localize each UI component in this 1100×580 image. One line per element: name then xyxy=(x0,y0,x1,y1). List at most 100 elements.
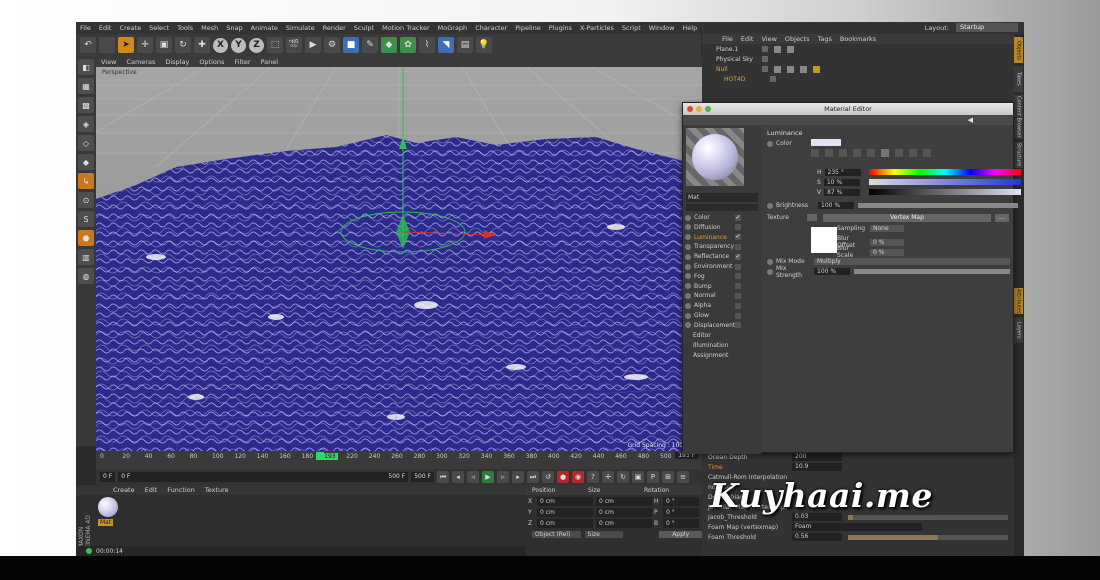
render-picture-viewer-icon[interactable]: ▶ xyxy=(305,37,321,53)
channel-item-bump[interactable]: Bump xyxy=(685,282,741,291)
perspective-viewport[interactable]: Perspective Grid Spacing : 1000 cm xyxy=(96,67,702,451)
next-key-icon[interactable]: ▸ xyxy=(512,471,524,483)
channel-checkbox[interactable]: ✓ xyxy=(735,214,741,221)
channel-checkbox[interactable] xyxy=(735,312,741,319)
menu-create[interactable]: Create xyxy=(115,24,145,32)
texture-preview[interactable] xyxy=(811,227,837,253)
material-thumbnail[interactable] xyxy=(98,497,118,517)
channel-checkbox[interactable] xyxy=(735,263,741,270)
anim-dot-icon[interactable] xyxy=(767,268,773,275)
preview-range-slider[interactable]: 0 F 500 F xyxy=(118,472,409,482)
position-z-field[interactable]: 0 cm xyxy=(537,518,593,528)
axis-mode-icon[interactable]: ↳ xyxy=(78,173,94,189)
keyframe-selection-icon[interactable]: ? xyxy=(587,471,599,483)
channel-radio-icon[interactable] xyxy=(685,273,691,280)
mix-strength-slider[interactable] xyxy=(854,269,1010,274)
hue-field[interactable]: 235 ° xyxy=(824,168,861,176)
channel-checkbox[interactable]: ✓ xyxy=(735,253,741,260)
key-pla-icon[interactable]: ⊞ xyxy=(662,471,674,483)
visibility-dot-icon[interactable] xyxy=(762,46,768,52)
brightness-field[interactable]: 100 % xyxy=(818,202,854,209)
position-x-field[interactable]: 0 cm xyxy=(537,496,593,506)
attr-value[interactable]: 200 xyxy=(792,453,842,461)
vp-menu-display[interactable]: Display xyxy=(160,58,194,66)
om-menu-tags[interactable]: Tags xyxy=(813,35,835,43)
autokey-icon[interactable]: ◉ xyxy=(572,471,584,483)
tag-icon[interactable] xyxy=(813,65,820,73)
size-mode-select[interactable]: Size xyxy=(584,531,624,538)
menu-render[interactable]: Render xyxy=(319,24,350,32)
channel-editor[interactable]: Editor xyxy=(693,331,728,341)
channel-checkbox[interactable] xyxy=(735,224,741,231)
attr-slider[interactable] xyxy=(848,534,1008,540)
channel-checkbox[interactable] xyxy=(735,302,741,309)
picker-swatch-icon[interactable] xyxy=(909,149,917,157)
channel-checkbox[interactable] xyxy=(735,283,741,290)
channel-item-fog[interactable]: Fog xyxy=(685,272,741,281)
z-axis-icon[interactable]: Z xyxy=(249,37,264,53)
mm-menu-texture[interactable]: Texture xyxy=(200,486,234,494)
y-axis-icon[interactable]: Y xyxy=(231,37,246,53)
menu-window[interactable]: Window xyxy=(645,24,679,32)
channel-item-alpha[interactable]: Alpha xyxy=(685,301,741,310)
brightness-slider[interactable] xyxy=(858,203,1018,208)
channel-item-glow[interactable]: Glow xyxy=(685,311,741,320)
channel-radio-icon[interactable] xyxy=(685,243,691,250)
channel-checkbox[interactable] xyxy=(735,273,741,280)
timeline-menu-icon[interactable]: ≡ xyxy=(677,471,689,483)
deformer-icon[interactable]: ⌇ xyxy=(419,37,435,53)
close-window-icon[interactable] xyxy=(687,106,693,112)
play-icon[interactable]: ▶ xyxy=(482,471,494,483)
cube-icon[interactable]: ■ xyxy=(343,37,359,53)
workplane-icon[interactable]: ⬣ xyxy=(78,230,94,246)
value-slider[interactable] xyxy=(869,189,1021,195)
polygons-mode-icon[interactable]: ◆ xyxy=(78,154,94,170)
coordinate-system-icon[interactable]: ⬚ xyxy=(267,37,283,53)
environment-icon[interactable]: ◥ xyxy=(438,37,454,53)
go-to-end-icon[interactable]: ⏭ xyxy=(527,471,539,483)
add-icon[interactable]: ✚ xyxy=(194,37,210,53)
channel-radio-icon[interactable] xyxy=(685,312,691,319)
timeline[interactable]: 0204060801001201401601802002202402602803… xyxy=(96,451,702,469)
model-mode-icon[interactable]: ▦ xyxy=(78,78,94,94)
key-position-icon[interactable]: ✛ xyxy=(602,471,614,483)
attr-value[interactable]: Foam xyxy=(792,523,922,531)
vp-menu-view[interactable]: View xyxy=(96,58,121,66)
blur-scale-field[interactable]: 0 % xyxy=(870,248,904,256)
menu-mesh[interactable]: Mesh xyxy=(197,24,222,32)
attr-slider[interactable] xyxy=(848,514,1008,520)
channel-item-normal[interactable]: Normal xyxy=(685,291,741,300)
move-icon[interactable]: ✛ xyxy=(137,37,153,53)
channel-checkbox[interactable] xyxy=(735,322,741,329)
tab-takes[interactable]: Takes xyxy=(1014,66,1023,92)
object-row[interactable]: Plane.1 xyxy=(702,44,1014,54)
saturation-slider[interactable] xyxy=(869,179,1021,185)
vp-menu-panel[interactable]: Panel xyxy=(256,58,284,66)
menu-character[interactable]: Character xyxy=(471,24,511,32)
tweak-icon[interactable]: ⊙ xyxy=(78,192,94,208)
channel-radio-icon[interactable] xyxy=(685,253,691,260)
menu-tools[interactable]: Tools xyxy=(173,24,197,32)
vp-menu-options[interactable]: Options xyxy=(194,58,229,66)
picker-wheel-icon[interactable] xyxy=(811,149,819,157)
channel-radio-icon[interactable] xyxy=(685,234,691,241)
object-row[interactable]: Physical Sky xyxy=(702,54,1014,64)
material-preview[interactable] xyxy=(686,128,744,186)
phong-tag-icon[interactable] xyxy=(787,45,794,53)
scale-icon[interactable]: ▣ xyxy=(156,37,172,53)
menu-help[interactable]: Help xyxy=(678,24,701,32)
menu-file[interactable]: File xyxy=(76,24,95,32)
tab-structure[interactable]: Structure xyxy=(1014,142,1023,168)
redo-icon[interactable] xyxy=(99,37,115,53)
size-z-field[interactable]: 0 cm xyxy=(596,518,652,528)
hue-slider[interactable] xyxy=(869,169,1021,175)
layout-select[interactable]: Startup xyxy=(956,23,1018,32)
x-axis-icon[interactable]: X xyxy=(213,37,228,53)
channel-item-diffusion[interactable]: Diffusion xyxy=(685,223,741,232)
om-menu-edit[interactable]: Edit xyxy=(737,35,758,43)
menu-plugins[interactable]: Plugins xyxy=(545,24,576,32)
tab-attributes[interactable]: Attributes xyxy=(1014,288,1023,314)
om-menu-file[interactable]: File xyxy=(718,35,737,43)
mm-menu-edit[interactable]: Edit xyxy=(140,486,163,494)
channel-radio-icon[interactable] xyxy=(685,283,691,290)
